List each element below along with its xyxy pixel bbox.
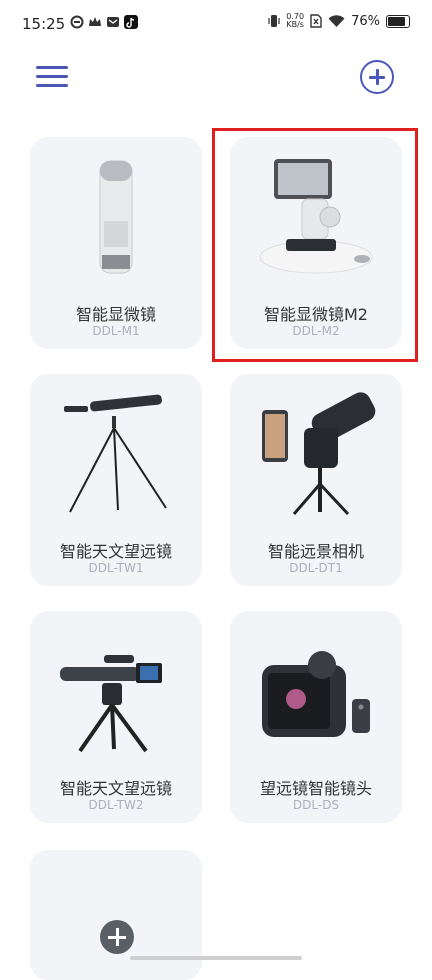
telescope-tw2-image bbox=[60, 655, 162, 753]
status-time: 15:25 bbox=[22, 15, 66, 33]
device-card-tw2[interactable]: 智能天文望远镜 DDL-TW2 bbox=[30, 611, 202, 823]
status-right: 0.70 KB/s 76% bbox=[268, 13, 410, 29]
vibrate-icon bbox=[268, 15, 280, 27]
battery-icon bbox=[386, 14, 410, 28]
plus-icon bbox=[100, 920, 134, 954]
microscope-m1-image bbox=[99, 160, 133, 274]
device-model: DDL-TW2 bbox=[88, 798, 144, 812]
device-card-ds[interactable]: 望远镜智能镜头 DDL-DS bbox=[230, 611, 402, 823]
device-card-tw1[interactable]: 智能天文望远镜 DDL-TW1 bbox=[30, 374, 202, 586]
device-name: 智能天文望远镜 bbox=[59, 542, 172, 561]
device-model: DDL-DT1 bbox=[289, 561, 343, 575]
lens-ds-image bbox=[262, 651, 370, 737]
status-bar: 15:25 0.70 KB/s 76% bbox=[0, 0, 432, 50]
tiktok-icon bbox=[124, 15, 138, 29]
selection-highlight bbox=[212, 128, 418, 362]
add-device-card[interactable] bbox=[30, 850, 202, 980]
wifi-icon bbox=[328, 14, 345, 27]
net-speed: 0.70 KB/s bbox=[286, 13, 304, 29]
device-model: DDL-M1 bbox=[92, 324, 140, 338]
battery-text: 76% bbox=[351, 13, 380, 29]
device-name: 望远镜智能镜头 bbox=[259, 779, 372, 798]
menu-button[interactable] bbox=[36, 64, 70, 90]
device-name: 智能天文望远镜 bbox=[59, 779, 172, 798]
device-name: 智能显微镜 bbox=[75, 305, 156, 324]
device-model: DDL-DS bbox=[292, 798, 340, 812]
sim-icon bbox=[310, 14, 322, 28]
sync-icon bbox=[70, 15, 84, 29]
device-card-dt1[interactable]: 智能远景相机 DDL-DT1 bbox=[230, 374, 402, 586]
device-name: 智能远景相机 bbox=[267, 542, 364, 561]
camera-dt1-image bbox=[262, 392, 376, 516]
telescope-tw1-image bbox=[64, 394, 167, 513]
add-device-button[interactable] bbox=[360, 60, 394, 94]
device-model: DDL-TW1 bbox=[88, 561, 144, 575]
home-indicator[interactable] bbox=[130, 956, 302, 960]
crown-icon bbox=[89, 17, 101, 26]
device-card-m1[interactable]: 智能显微镜 DDL-M1 bbox=[30, 137, 202, 349]
mail-icon bbox=[107, 17, 119, 27]
net-speed-unit: KB/s bbox=[286, 20, 304, 29]
